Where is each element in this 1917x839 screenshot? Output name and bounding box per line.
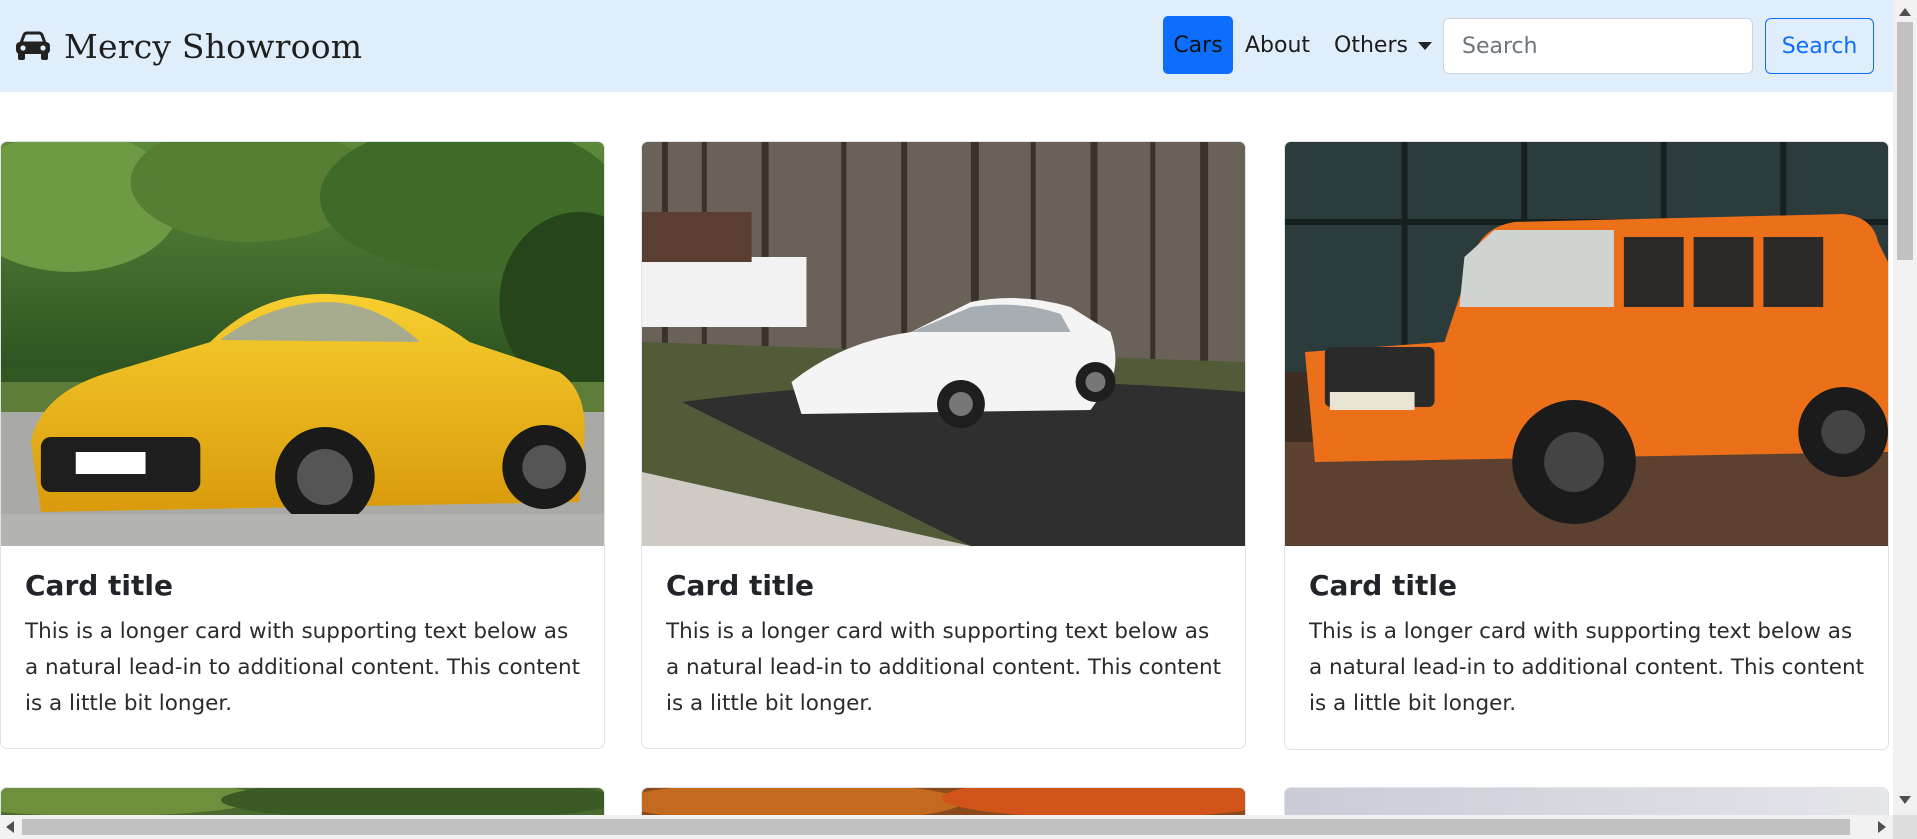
card-title: Card title bbox=[1309, 569, 1457, 602]
card-text: This is a longer card with supporting te… bbox=[666, 619, 1222, 716]
search-button[interactable]: Search bbox=[1765, 18, 1874, 74]
navbar: Mercy Showroom Cars About Others Search bbox=[0, 0, 1893, 92]
orange-suv-photo bbox=[1285, 142, 1888, 546]
horizontal-scrollbar[interactable] bbox=[0, 815, 1893, 839]
caret-down-icon bbox=[1417, 42, 1432, 50]
card-title: Card title bbox=[666, 569, 814, 602]
yellow-sports-car-photo bbox=[1, 142, 604, 546]
card-text: This is a longer card with supporting te… bbox=[25, 619, 581, 716]
white-sedan-photo bbox=[642, 142, 1245, 546]
search-input[interactable] bbox=[1443, 18, 1753, 74]
scrollbar-corner bbox=[1893, 815, 1917, 839]
card-title: Card title bbox=[25, 569, 173, 602]
card: Card title This is a longer card with su… bbox=[641, 141, 1246, 749]
car-icon bbox=[16, 31, 50, 60]
nav-links: Cars About Others bbox=[1163, 16, 1444, 74]
card-body: Card title This is a longer card with su… bbox=[642, 546, 1245, 722]
horizontal-scroll-thumb[interactable] bbox=[22, 819, 1850, 835]
nav-dropdown-label: Others bbox=[1334, 32, 1408, 58]
card-body: Card title This is a longer card with su… bbox=[1, 546, 604, 722]
vertical-scrollbar[interactable] bbox=[1893, 0, 1917, 815]
nav-link-about[interactable]: About bbox=[1233, 16, 1322, 74]
card-body: Card title This is a longer card with su… bbox=[1285, 546, 1888, 722]
scroll-left-arrow-icon[interactable] bbox=[6, 821, 14, 833]
card: Card title This is a longer card with su… bbox=[1284, 141, 1889, 750]
card-text: This is a longer card with supporting te… bbox=[1309, 619, 1865, 716]
scroll-down-arrow-icon[interactable] bbox=[1899, 796, 1911, 804]
card: Card title This is a longer card with su… bbox=[0, 141, 605, 749]
nav-dropdown-others[interactable]: Others bbox=[1322, 16, 1444, 74]
vertical-scroll-thumb[interactable] bbox=[1897, 22, 1913, 260]
scroll-right-arrow-icon[interactable] bbox=[1878, 821, 1886, 833]
brand-link[interactable]: Mercy Showroom bbox=[14, 27, 362, 66]
scroll-up-arrow-icon[interactable] bbox=[1899, 8, 1911, 16]
nav-link-cars[interactable]: Cars bbox=[1163, 16, 1233, 74]
brand-title: Mercy Showroom bbox=[64, 26, 363, 66]
